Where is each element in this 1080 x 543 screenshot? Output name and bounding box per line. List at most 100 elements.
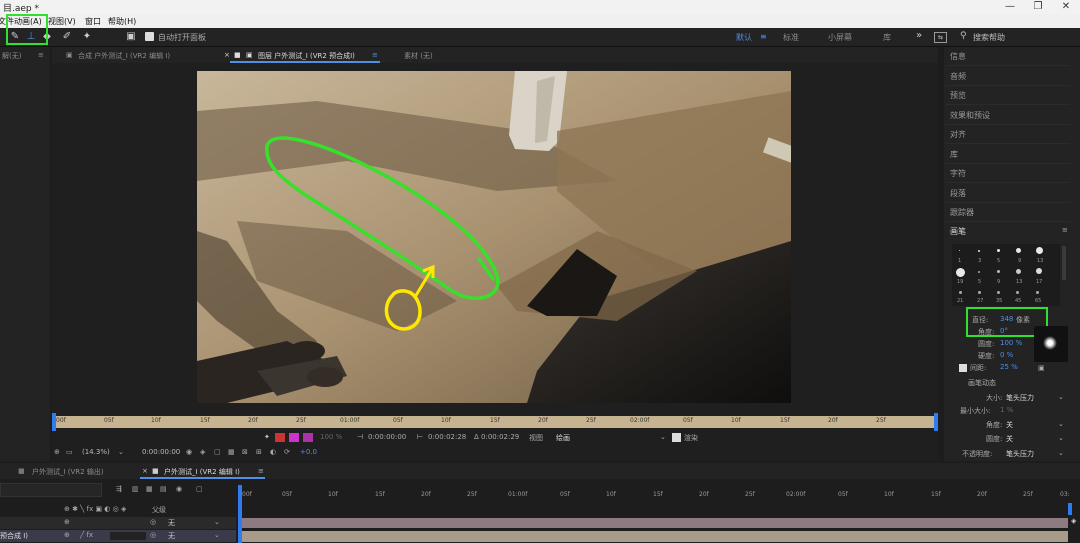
goto-end-icon[interactable]: ⊢	[417, 433, 423, 441]
parent-pickwhip-icon[interactable]: ◎	[150, 531, 156, 539]
region-icon[interactable]: ▢	[214, 448, 221, 456]
view-select[interactable]: 绘画	[556, 433, 570, 443]
timeline-ruler[interactable]: 00f 05f 10f 15f 20f 25f 01:00f 05f 10f 1…	[238, 483, 1072, 505]
panel-effects-presets[interactable]: 效果和预设	[950, 110, 1070, 121]
brush-presets-grid[interactable]: 1 3 5 9 13 19 5 9 13 17 21 27 35 45 65	[952, 244, 1060, 306]
sync-icon[interactable]: ⇆	[934, 32, 947, 43]
panel-preview[interactable]: 预览	[950, 90, 1070, 101]
timeline-search-input[interactable]	[0, 483, 102, 497]
size-select[interactable]: 笔头压力	[1006, 393, 1034, 403]
viewer-work-area-end[interactable]	[934, 413, 938, 431]
work-area-end-handle[interactable]	[1068, 503, 1072, 515]
brush-presets-scrollbar[interactable]	[1062, 246, 1066, 280]
motion-blur-icon[interactable]: ◉	[176, 485, 182, 493]
puppet-pin-tool-icon[interactable]: ✦	[80, 30, 94, 44]
panel-info[interactable]: 信息	[950, 51, 1070, 62]
spacing-value[interactable]: 25 %	[1000, 363, 1018, 371]
roundness2-select[interactable]: 关	[1006, 434, 1013, 444]
parent-select[interactable]: 无	[168, 518, 175, 528]
layer-visible-icon[interactable]: ⊕	[64, 518, 70, 526]
workspace-default[interactable]: 默认	[736, 32, 752, 43]
hardness-value[interactable]: 0 %	[1000, 351, 1013, 359]
frame-blending-icon[interactable]: ▤	[160, 485, 167, 493]
panel-audio[interactable]: 音频	[950, 71, 1070, 82]
size-chevron-icon[interactable]: ⌄	[1058, 393, 1064, 401]
mask-icon[interactable]: ⊠	[242, 448, 248, 456]
layer-row[interactable]: ⊕ ◎ 无 ⌄	[0, 517, 236, 529]
reset-exposure-icon[interactable]: ⟳	[284, 448, 290, 456]
maximize-button[interactable]: ❐	[1024, 0, 1052, 14]
layer-tab-menu-icon[interactable]: ≡	[372, 51, 378, 59]
timeline-active-close-icon[interactable]: ×	[142, 467, 148, 475]
parent-chevron-icon[interactable]: ⌄	[214, 518, 220, 526]
timeline-tab-menu-icon[interactable]: ≡	[258, 467, 264, 475]
workspace-menu-icon[interactable]: ≡	[760, 32, 767, 41]
roundness-value[interactable]: 100 %	[1000, 339, 1022, 347]
channel-red-icon[interactable]	[275, 433, 285, 442]
person-icon[interactable]: ✦	[264, 433, 270, 441]
panel-paragraph[interactable]: 段落	[950, 188, 1070, 199]
shy-layers-icon[interactable]: ▦	[146, 485, 153, 493]
roundness2-chevron-icon[interactable]: ⌄	[1058, 434, 1064, 442]
workspace-small-screen[interactable]: 小屏幕	[828, 32, 852, 43]
graph-editor-icon[interactable]: ▢	[196, 485, 203, 493]
workspace-standard[interactable]: 标准	[783, 32, 799, 43]
draft-3d-icon[interactable]: ▥	[132, 485, 139, 493]
zoom-chevron-icon[interactable]: ⌄	[118, 448, 124, 456]
goto-start-icon[interactable]: ⊣	[357, 433, 363, 441]
timeline-tab-edit[interactable]: 户外测试_I (VR2 编辑 I)	[164, 467, 240, 477]
view-select-chevron-icon[interactable]: ⌄	[660, 433, 666, 441]
auto-open-checkbox[interactable]	[145, 32, 154, 41]
menu-window[interactable]: 窗口	[85, 16, 101, 27]
panel-character[interactable]: 字符	[950, 168, 1070, 179]
parent-select[interactable]: 无	[168, 531, 175, 541]
minimize-button[interactable]: —	[996, 0, 1024, 14]
menu-view[interactable]: 视图(V)	[48, 16, 76, 27]
camera-icon[interactable]: ◉	[186, 448, 192, 456]
min-size-value[interactable]: 1 %	[1000, 406, 1013, 414]
layer-viewport[interactable]	[197, 71, 791, 403]
roto-brush-tool-icon[interactable]: ✐	[60, 30, 74, 44]
angle2-chevron-icon[interactable]: ⌄	[1058, 420, 1064, 428]
tab-footage[interactable]: 素材 (无)	[404, 51, 433, 61]
left-panel-menu-icon[interactable]: ≡	[38, 51, 44, 59]
layer-bar-end-icon[interactable]: ◈	[1071, 517, 1076, 525]
opacity-select[interactable]: 笔头压力	[1006, 449, 1034, 459]
layer-bar[interactable]	[242, 518, 1068, 528]
zoom-select[interactable]: (14.3%)	[82, 448, 110, 456]
spacing-checkbox[interactable]	[959, 364, 967, 372]
close-button[interactable]: ✕	[1052, 0, 1080, 14]
tab-composition[interactable]: 合成 户外测试_I (VR2 编辑 I)	[78, 51, 170, 61]
menu-help[interactable]: 帮助(H)	[108, 16, 136, 27]
brush-panel-menu-icon[interactable]: ≡	[1062, 226, 1068, 234]
exposure-offset[interactable]: +0.0	[300, 448, 317, 456]
panel-libraries[interactable]: 库	[950, 149, 1070, 160]
end-timecode[interactable]: 0:00:02:28	[428, 433, 466, 441]
monitor-icon[interactable]: ▭	[66, 448, 73, 456]
panel-align[interactable]: 对齐	[950, 129, 1070, 140]
layer-visible-icon[interactable]: ⊕	[64, 531, 70, 539]
opacity-chevron-icon[interactable]: ⌄	[1058, 449, 1064, 457]
reset-brush-icon[interactable]: ▣	[1038, 364, 1045, 372]
workspace-more-icon[interactable]: »	[916, 30, 922, 41]
angle2-select[interactable]: 关	[1006, 420, 1013, 430]
footer-timecode[interactable]: 0:00:00:00	[142, 448, 180, 456]
render-checkbox[interactable]	[672, 433, 681, 442]
start-timecode[interactable]: 0:00:00:00	[368, 433, 406, 441]
comp-flowchart-icon[interactable]: ⇶	[116, 485, 122, 493]
workspace-libraries[interactable]: 库	[883, 32, 891, 43]
exposure-icon[interactable]: ◐	[270, 448, 276, 456]
channel-purple-icon[interactable]	[303, 433, 313, 442]
layer-switches-box[interactable]	[110, 532, 146, 540]
magnify-icon[interactable]: ⊕	[54, 448, 60, 456]
viewer-playhead-left[interactable]	[52, 413, 56, 431]
tab-layer[interactable]: 图层 户外测试_I (VR2 预合成I)	[258, 51, 355, 61]
grid-icon[interactable]: ⊞	[256, 448, 262, 456]
layer-switch-icon[interactable]: ╱ fx	[80, 531, 93, 539]
viewer-time-ruler[interactable]: 00f 05f 10f 15f 20f 25f 01:00f 05f 10f 1…	[52, 416, 938, 428]
channel-magenta-icon[interactable]	[289, 433, 299, 442]
color-swatch-icon[interactable]: ◈	[200, 448, 205, 456]
layer-row[interactable]: 预合成 I) ⊕ ╱ fx ◎ 无 ⌄	[0, 530, 236, 542]
layer-tab-close-icon[interactable]: ×	[224, 51, 230, 59]
layer-bar[interactable]	[242, 531, 1068, 542]
